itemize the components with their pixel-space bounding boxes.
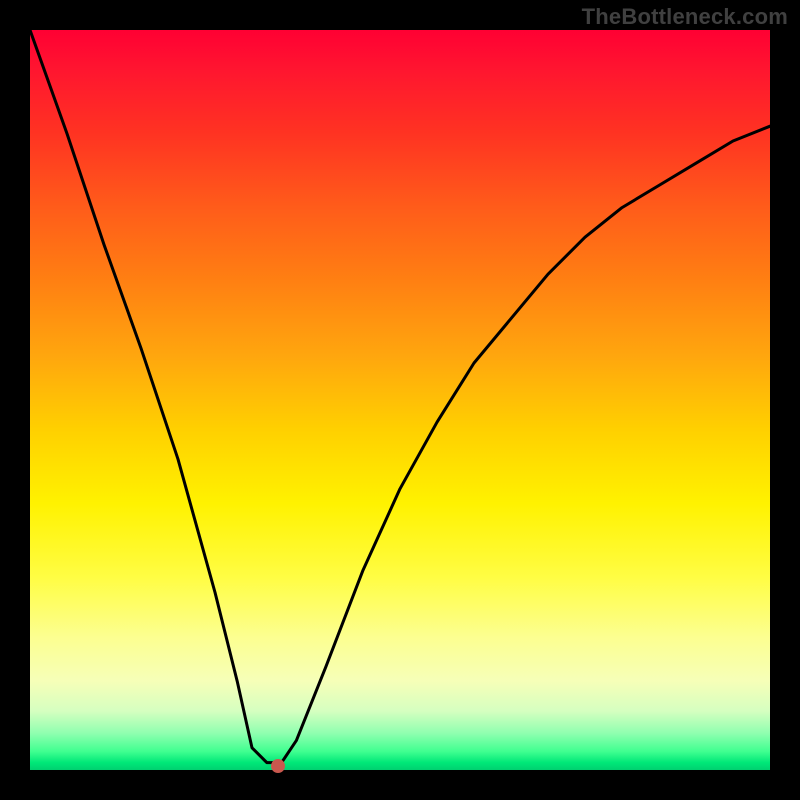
- chart-frame: TheBottleneck.com: [0, 0, 800, 800]
- plot-area: [30, 30, 770, 770]
- watermark-text: TheBottleneck.com: [582, 4, 788, 30]
- bottleneck-curve: [30, 30, 770, 770]
- optimum-marker-icon: [271, 759, 285, 773]
